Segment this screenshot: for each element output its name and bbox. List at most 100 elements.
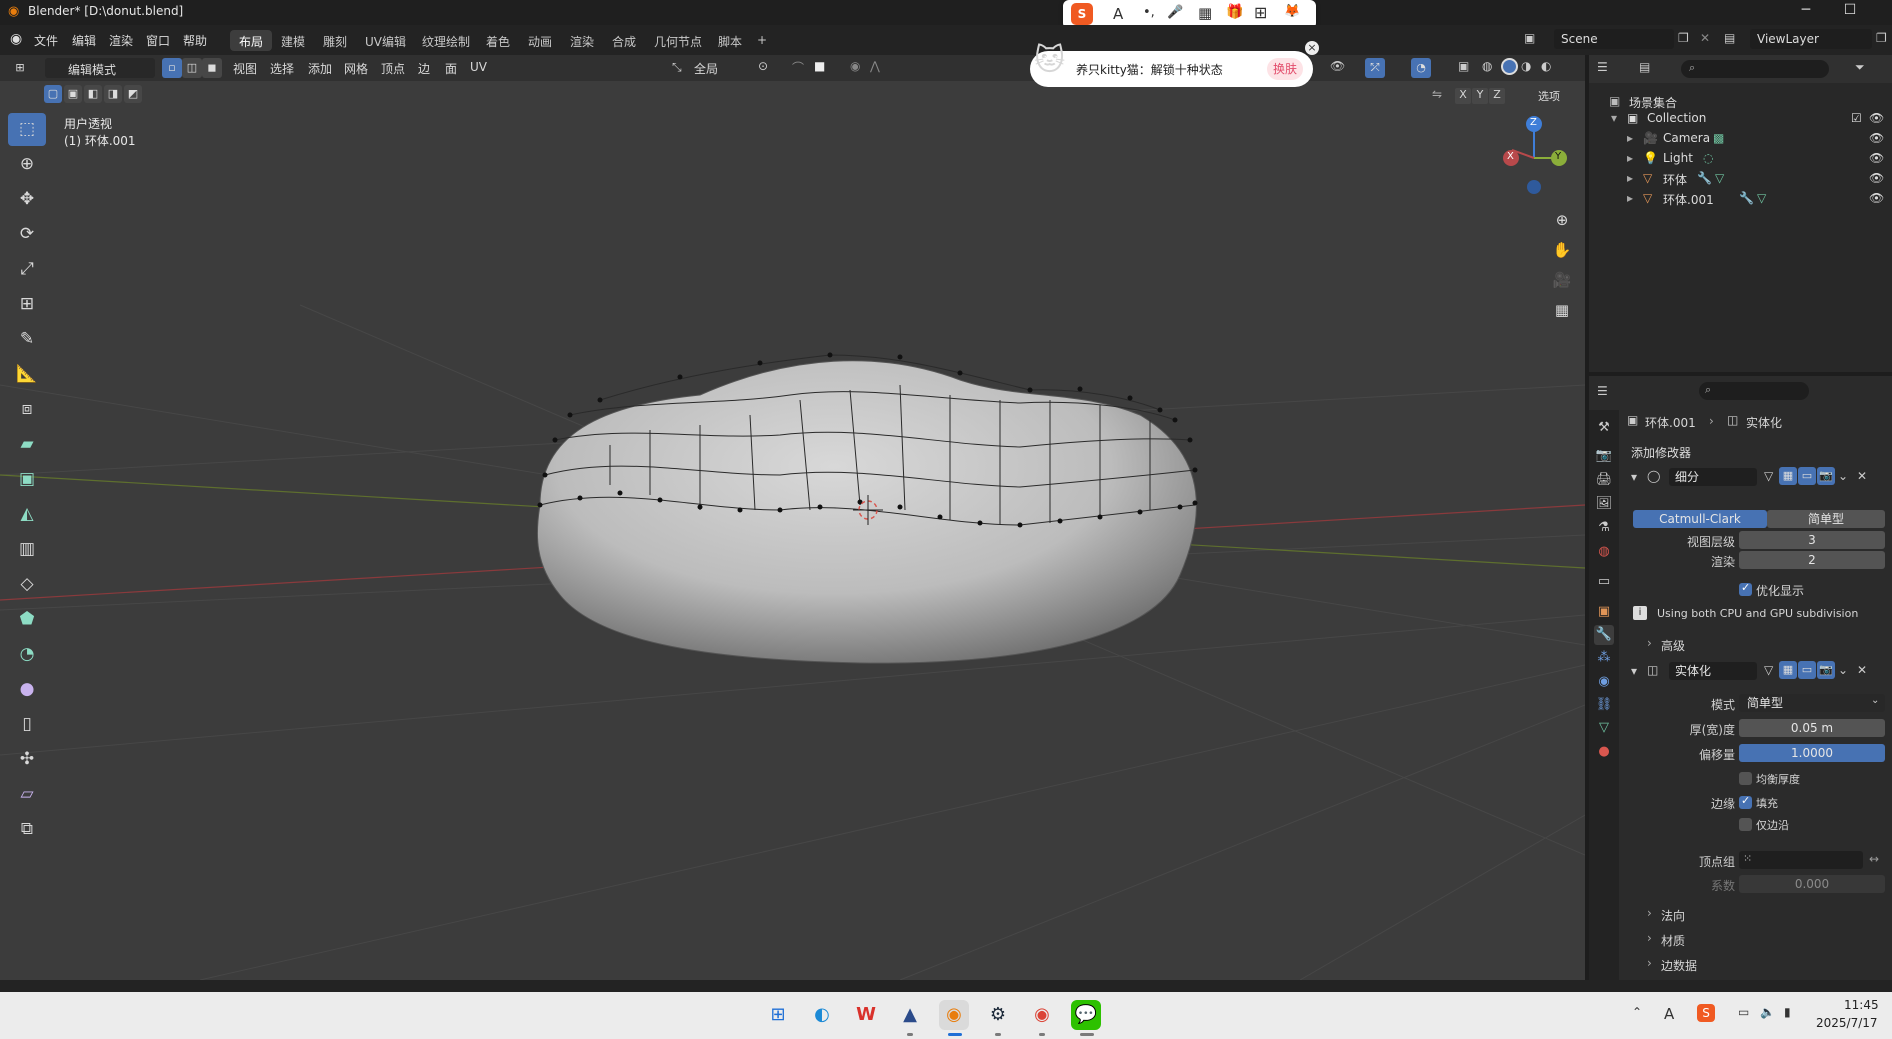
expand-arrow-icon[interactable]: › [1647, 636, 1652, 650]
menu-window[interactable]: 窗口 [146, 32, 170, 49]
menu-help[interactable]: 帮助 [183, 32, 207, 49]
edit-mode-icon[interactable]: ▦ [1779, 661, 1797, 679]
add-modifier-button[interactable]: 添加修改器 [1631, 444, 1691, 461]
new-view-layer-icon[interactable]: ❐ [1876, 31, 1887, 45]
collection-tab-icon[interactable]: ▭ [1594, 572, 1614, 592]
camera-eye-icon[interactable]: 👁 [1869, 131, 1884, 145]
menu-select[interactable]: 选择 [270, 60, 294, 77]
3d-viewport[interactable]: Z Y X ⊞ 编辑模式 ▫ ◫ ◼ 视图 选择 添加 网格 顶点 边 面 UV… [0, 55, 1585, 980]
steam-icon[interactable]: ⚙ [983, 1000, 1013, 1030]
visibility-icon[interactable]: 👁 [1330, 59, 1345, 73]
spin-tool-icon[interactable]: ◔ [8, 638, 46, 671]
outliner-item-torus-001[interactable]: ▸ ▽ 环体.001 🔧 ▽ 👁 [1589, 188, 1892, 208]
tab-scripting[interactable]: 脚本 [709, 30, 751, 51]
volume-icon[interactable]: 🔈 [1760, 1005, 1775, 1019]
thickness-field[interactable]: 0.05 m [1739, 719, 1885, 737]
invert-vertex-group-icon[interactable]: ↔ [1869, 852, 1879, 866]
expand-arrow-icon[interactable]: ▸ [1627, 191, 1633, 205]
tab-shading[interactable]: 着色 [477, 30, 519, 51]
windows-start-icon[interactable]: ⊞ [763, 1000, 793, 1030]
render-tab-icon[interactable]: 📷 [1594, 446, 1614, 466]
expand-arrow-icon[interactable]: ▸ [1627, 151, 1633, 165]
render-display-icon[interactable]: 📷 [1817, 467, 1835, 485]
outliner-collection[interactable]: ▾ ▣ Collection ☑ 👁 [1589, 108, 1892, 128]
network-icon[interactable]: ▭ [1738, 1005, 1749, 1019]
outliner-item-camera[interactable]: ▸ 🎥 Camera ▩ 👁 [1589, 128, 1892, 148]
object-tab-icon[interactable]: ▣ [1594, 602, 1614, 622]
ime-lang-icon[interactable]: A [1113, 5, 1123, 23]
props-editor-type-icon[interactable]: ☰ [1597, 384, 1608, 398]
vertex-select-icon[interactable]: ▫ [162, 58, 182, 78]
edit-mode-icon[interactable]: ▦ [1779, 467, 1797, 485]
perspective-toggle-icon[interactable]: ▦ [1549, 297, 1575, 323]
select-mode-invert-icon[interactable]: ◨ [104, 85, 122, 103]
viewport-display-icon[interactable]: ▭ [1798, 661, 1816, 679]
shading-solid-icon[interactable] [1501, 58, 1518, 75]
ime-indicator[interactable]: A [1664, 1005, 1674, 1023]
measure-tool-icon[interactable]: 📐 [8, 358, 46, 391]
subdivision-name-field[interactable]: 细分 [1669, 468, 1757, 486]
light-data-icon[interactable]: ◌ [1703, 151, 1713, 165]
tab-layout[interactable]: 布局 [230, 30, 273, 51]
ad-close-button[interactable]: × [1305, 41, 1319, 55]
blender-menu-icon[interactable]: ◉ [10, 31, 22, 47]
outliner-item-light[interactable]: ▸ 💡 Light ◌ 👁 [1589, 148, 1892, 168]
edit-cage-icon[interactable]: ▽ [1764, 663, 1773, 677]
add-cube-tool-icon[interactable]: ⧈ [8, 393, 46, 426]
offset-field[interactable]: 1.0000 [1739, 744, 1885, 762]
sogou-logo-icon[interactable]: S [1071, 3, 1093, 25]
snap-icon[interactable]: ⌒ [792, 59, 804, 76]
viewport-scene[interactable] [0, 55, 1585, 980]
edge-slide-tool-icon[interactable]: ▯ [8, 708, 46, 741]
normals-panel[interactable]: 法向 [1661, 907, 1685, 924]
data-tab-icon[interactable]: ▽ [1594, 718, 1614, 738]
menu-edit[interactable]: 编辑 [72, 32, 96, 49]
rip-tool-icon[interactable]: ⧉ [8, 813, 46, 846]
loop-cut-tool-icon[interactable]: ▥ [8, 533, 46, 566]
expand-arrow-icon[interactable]: ▸ [1627, 171, 1633, 185]
collapse-arrow-icon[interactable]: ▾ [1631, 664, 1637, 678]
viewport-display-icon[interactable]: ▭ [1798, 467, 1816, 485]
torus-eye-icon[interactable]: 👁 [1869, 171, 1884, 185]
render-display-icon[interactable]: 📷 [1817, 661, 1835, 679]
solidify-name-field[interactable]: 实体化 [1669, 662, 1757, 680]
camera-data-icon[interactable]: ▩ [1713, 131, 1724, 145]
select-box-tool-icon[interactable]: ⬚ [8, 113, 46, 146]
proportional-edit-icon[interactable]: ◉ [850, 59, 860, 73]
menu-file[interactable]: 文件 [34, 32, 58, 49]
move-tool-icon[interactable]: ✥ [8, 183, 46, 216]
mesh-data-icon[interactable]: ▽ [1757, 191, 1766, 205]
mirror-x-button[interactable]: X [1455, 88, 1471, 104]
expand-arrow-icon[interactable]: › [1647, 931, 1652, 945]
tab-animation[interactable]: 动画 [519, 30, 561, 51]
scale-tool-icon[interactable]: ⤢ [8, 253, 46, 286]
modifier-menu-icon[interactable]: ⌄ [1838, 663, 1848, 677]
rotate-tool-icon[interactable]: ⟳ [8, 218, 46, 251]
select-mode-extend-icon[interactable]: ▣ [64, 85, 82, 103]
gizmo-y-label[interactable]: Y [1555, 151, 1561, 162]
ad-skin-button[interactable]: 换肤 [1267, 58, 1303, 80]
overlay-toggle-icon[interactable]: ◔ [1411, 58, 1431, 78]
optimal-display-checkbox[interactable] [1739, 581, 1752, 596]
delete-scene-icon[interactable]: ✕ [1700, 31, 1710, 45]
expand-arrow-icon[interactable]: ▾ [1611, 111, 1617, 125]
gift-icon[interactable]: 🎁 [1226, 4, 1243, 20]
extrude-tool-icon[interactable]: ▰ [8, 428, 46, 461]
scene-selector-icon[interactable]: ▣ [1524, 31, 1535, 45]
shrink-fatten-tool-icon[interactable]: ✣ [8, 743, 46, 776]
outliner-editor-type-icon[interactable]: ☰ [1597, 60, 1608, 74]
apps-grid-icon[interactable]: ⊞ [1254, 3, 1267, 22]
edge-browser-icon[interactable]: ◐ [807, 1000, 837, 1030]
gizmo-x-label[interactable]: X [1507, 151, 1514, 162]
expand-arrow-icon[interactable]: › [1647, 956, 1652, 970]
maximize-button[interactable]: ☐ [1830, 2, 1870, 22]
annotate-tool-icon[interactable]: ✎ [8, 323, 46, 356]
pan-hand-icon[interactable]: ✋ [1549, 237, 1575, 263]
options-menu[interactable]: 选项 [1538, 88, 1560, 104]
menu-edge[interactable]: 边 [418, 60, 430, 77]
shading-render-icon[interactable]: ◐ [1541, 59, 1551, 73]
only-rim-checkbox[interactable] [1739, 818, 1752, 831]
tab-uv-editing[interactable]: UV编辑 [356, 30, 415, 51]
simple-button[interactable]: 简单型 [1767, 510, 1885, 528]
tab-sculpting[interactable]: 雕刻 [314, 30, 356, 51]
